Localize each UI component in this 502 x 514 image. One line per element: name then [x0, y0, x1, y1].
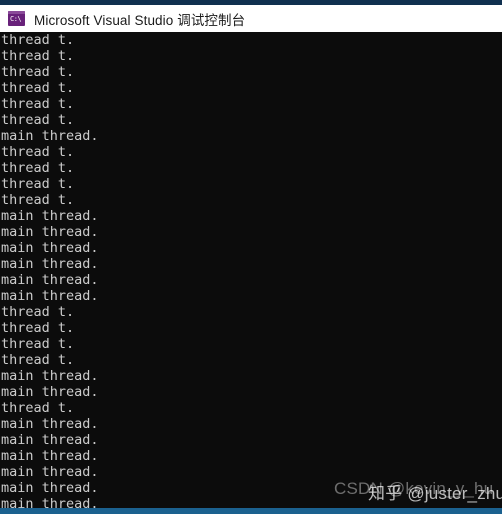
- console-output-line: main thread.: [1, 416, 99, 432]
- console-output-line: thread t.: [1, 176, 75, 192]
- window-bottom-accent-strip: [0, 508, 502, 514]
- console-output-line: thread t.: [1, 192, 75, 208]
- console-output-line: thread t.: [1, 160, 75, 176]
- console-window: C:\ Microsoft Visual Studio 调试控制台 thread…: [0, 0, 502, 514]
- console-output-line: thread t.: [1, 320, 75, 336]
- console-output-line: main thread.: [1, 224, 99, 240]
- console-app-icon: C:\: [8, 11, 25, 26]
- console-output-line: thread t.: [1, 336, 75, 352]
- console-output-line: main thread.: [1, 384, 99, 400]
- window-titlebar[interactable]: C:\ Microsoft Visual Studio 调试控制台: [0, 5, 502, 32]
- console-output-lines: thread t. thread t. thread t. thread t. thre…: [1, 32, 99, 508]
- console-output-line: thread t.: [1, 400, 75, 416]
- console-output-line: main thread.: [1, 496, 99, 508]
- console-output-line: thread t.: [1, 144, 75, 160]
- console-output-line: thread t.: [1, 352, 75, 368]
- console-output-line: thread t.: [1, 64, 75, 80]
- console-output-line: main thread.: [1, 128, 99, 144]
- console-output-line: main thread.: [1, 208, 99, 224]
- console-output-line: main thread.: [1, 480, 99, 496]
- console-output-line: main thread.: [1, 448, 99, 464]
- console-output-line: main thread.: [1, 256, 99, 272]
- console-output-line: main thread.: [1, 272, 99, 288]
- console-output-line: thread t.: [1, 80, 75, 96]
- window-title: Microsoft Visual Studio 调试控制台: [34, 12, 246, 28]
- console-output-line: main thread.: [1, 432, 99, 448]
- console-output-line: main thread.: [1, 288, 99, 304]
- console-output-line: thread t.: [1, 96, 75, 112]
- console-output-line: main thread.: [1, 240, 99, 256]
- console-output-line: main thread.: [1, 464, 99, 480]
- console-output-line: thread t.: [1, 112, 75, 128]
- console-cursor: [1, 493, 9, 508]
- console-output-area[interactable]: thread t. thread t. thread t. thread t. thre…: [0, 32, 502, 508]
- console-output-line: thread t.: [1, 48, 75, 64]
- console-output-line: main thread.: [1, 368, 99, 384]
- console-output-line: thread t.: [1, 32, 75, 48]
- console-output-line: thread t.: [1, 304, 75, 320]
- console-app-icon-prompt-glyph: C:\: [10, 15, 22, 23]
